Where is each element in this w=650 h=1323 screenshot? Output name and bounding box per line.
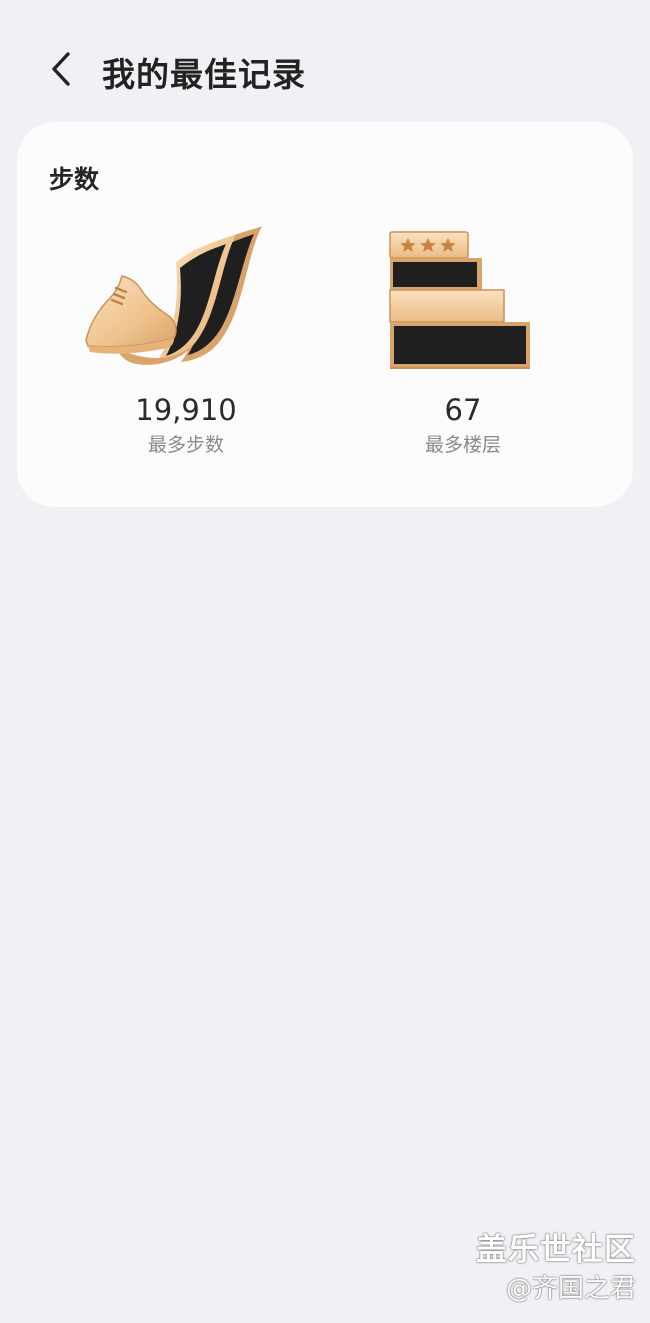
max-floors-label: 最多楼层 (424, 434, 501, 456)
watermark-user: @齐国之君 (505, 1274, 636, 1304)
max-steps-record[interactable]: 19,910 最多步数 (76, 222, 296, 457)
section-title-steps: 步数 (49, 165, 100, 194)
watermark-community: 盖乐世社区 (476, 1232, 636, 1268)
max-floors-value: 67 (444, 393, 482, 427)
max-floors-record[interactable]: 67 最多楼层 (353, 222, 573, 457)
app-header: 我的最佳记录 (0, 0, 650, 140)
max-steps-label: 最多步数 (147, 434, 224, 456)
page-title: 我的最佳记录 (102, 55, 306, 94)
steps-records-card: 步数 19,910 最多步数 67 最多楼层 (17, 122, 633, 507)
running-shoe-badge-icon (85, 226, 262, 365)
stairs-stars-badge-icon (389, 231, 530, 369)
max-steps-value: 19,910 (135, 393, 237, 427)
chevron-left-icon (52, 52, 70, 86)
back-button[interactable] (36, 44, 86, 94)
